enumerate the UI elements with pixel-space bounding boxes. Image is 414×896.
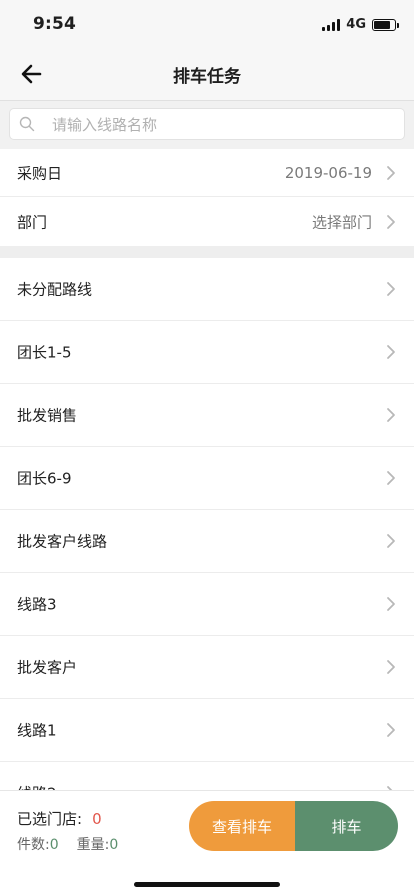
dispatch-button[interactable]: 排车 [295,801,398,851]
route-row[interactable]: 线路3 [0,573,414,635]
network-label: 4G [346,17,366,32]
chevron-right-icon [387,723,395,737]
route-row[interactable]: 团长1-5 [0,321,414,383]
route-name: 批发销售 [17,406,78,425]
selected-stores-label: 已选门店: [17,810,83,828]
chevron-right-icon [387,471,395,485]
route-name: 线路1 [17,721,57,740]
route-row[interactable]: 线路1 [0,699,414,761]
home-indicator[interactable] [134,882,280,887]
selected-stores-count: 0 [92,810,102,828]
selected-stores: 已选门店: 0 [17,808,102,829]
route-name: 团长6-9 [17,469,72,488]
route-row[interactable]: 批发客户 [0,636,414,698]
route-row[interactable]: 未分配路线 [0,258,414,320]
section-separator [0,246,414,258]
search-bar [0,101,414,149]
department-row[interactable]: 部门 选择部门 [0,197,414,246]
search-input[interactable] [50,109,394,141]
chevron-right-icon [387,214,395,229]
pieces-value: 0 [49,837,59,853]
chevron-right-icon [387,534,395,548]
department-value: 选择部门 [311,213,372,231]
route-row[interactable]: 团长6-9 [0,447,414,509]
route-row[interactable]: 批发销售 [0,384,414,446]
screen: 9:54 4G 排车任务 采购日 2019-06-19 [0,0,414,896]
search-icon [19,116,35,132]
route-name: 线路3 [17,595,57,614]
route-name: 批发客户 [17,658,78,677]
home-area [0,862,414,896]
nav-bar: 排车任务 [0,48,414,101]
battery-icon [372,18,399,31]
weight-value: 0 [109,837,119,853]
bottom-action-bar: 已选门店: 0 件数:0 重量:0 查看排车 排车 [0,790,414,863]
signal-icon [322,18,341,31]
weight-label: 重量: [76,837,110,853]
route-name: 批发客户线路 [17,532,108,551]
purchase-date-value: 2019-06-19 [284,163,372,182]
purchase-date-row[interactable]: 采购日 2019-06-19 [0,149,414,196]
chevron-right-icon [387,165,395,180]
totals: 件数:0 重量:0 [17,834,118,854]
search-box[interactable] [9,108,405,141]
route-name: 团长1-5 [17,343,72,362]
chevron-right-icon [387,282,395,296]
chevron-right-icon [387,660,395,674]
status-indicators: 4G [322,17,399,32]
chevron-right-icon [387,597,395,611]
status-time: 9:54 [33,14,77,34]
chevron-right-icon [387,345,395,359]
page-title: 排车任务 [173,67,241,87]
status-bar: 9:54 4G [0,0,414,48]
pieces-label: 件数: [17,837,50,853]
route-name: 未分配路线 [17,280,93,299]
route-row[interactable]: 批发客户线路 [0,510,414,572]
chevron-right-icon [387,408,395,422]
purchase-date-label: 采购日 [17,164,63,182]
department-label: 部门 [17,213,48,231]
view-dispatch-button[interactable]: 查看排车 [189,801,295,851]
